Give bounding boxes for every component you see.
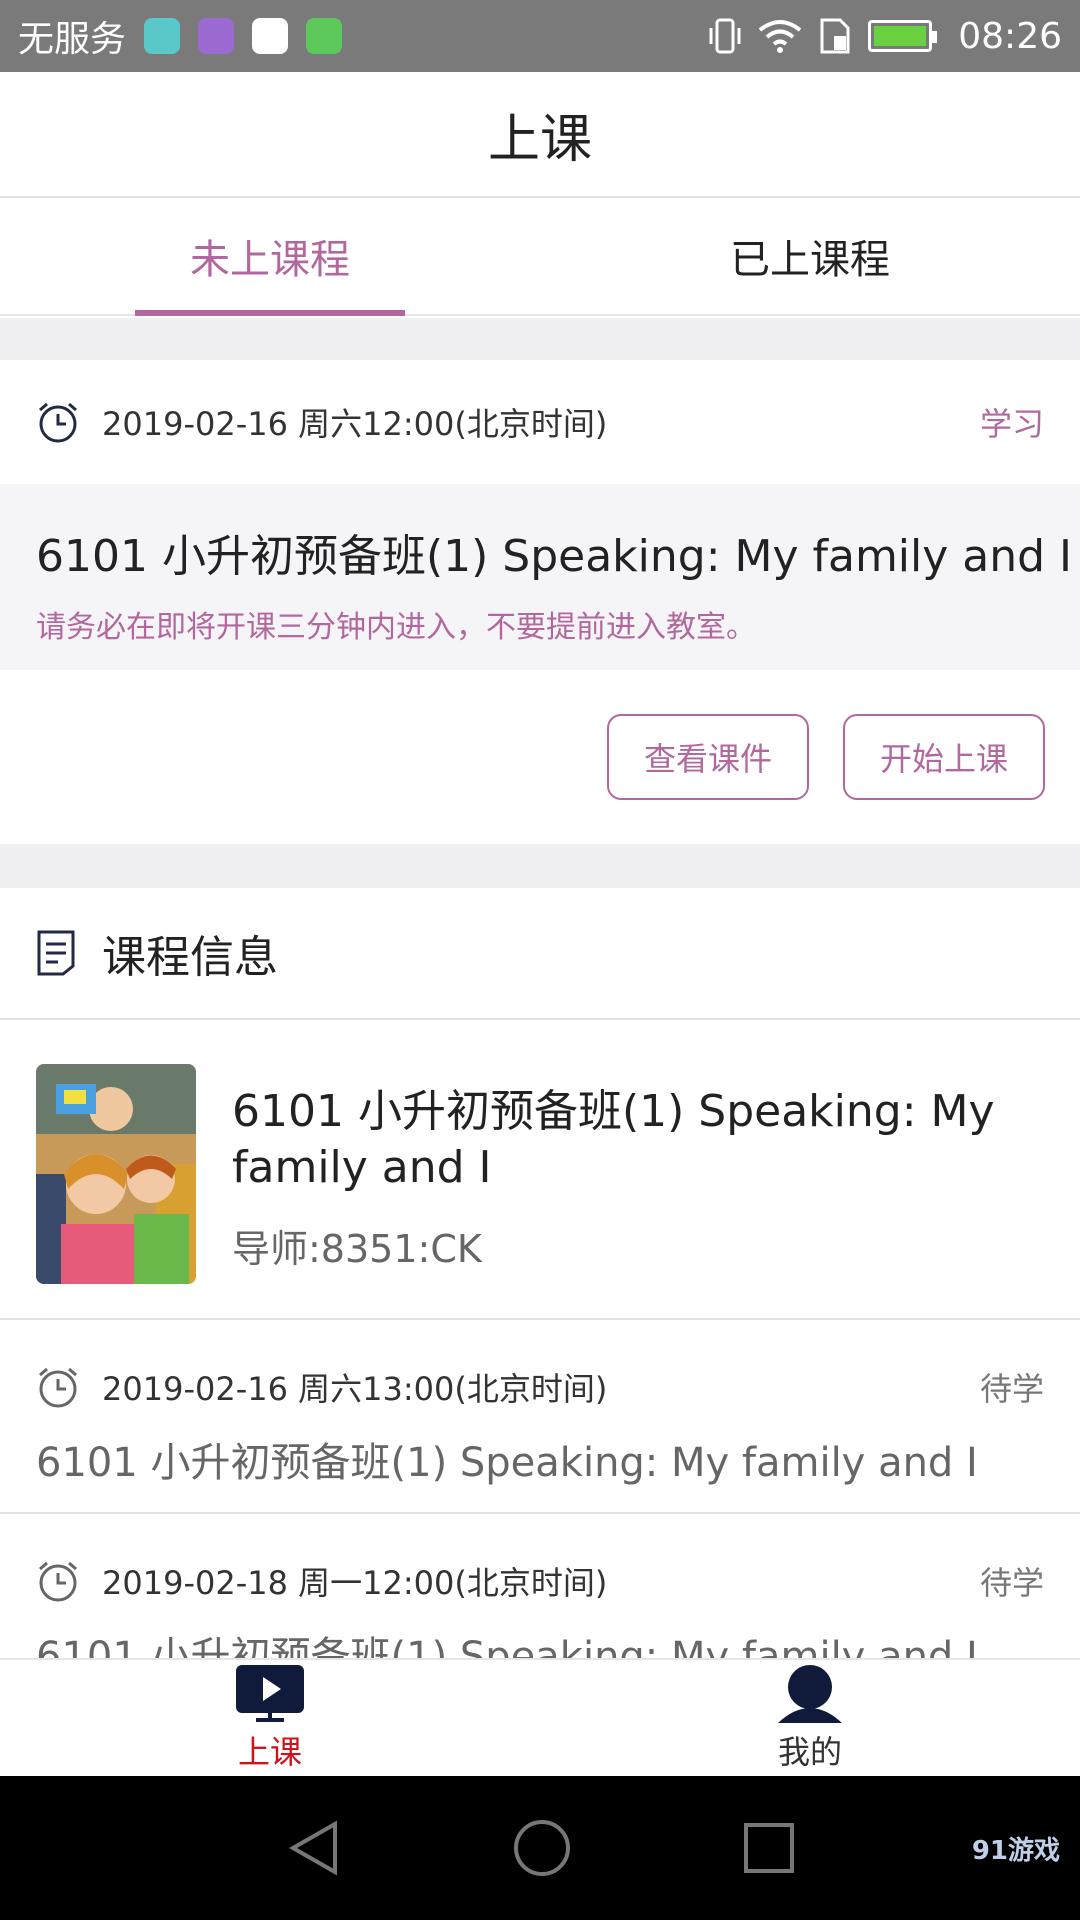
watermark-logo: 91游戏	[971, 1835, 1060, 1866]
nav-class-label: 上课	[237, 1733, 302, 1771]
page-title: 上课	[487, 109, 592, 170]
start-class-button[interactable]: 开始上课	[843, 714, 1045, 800]
system-nav-bar: 91游戏	[0, 1776, 1080, 1920]
browser-app-icon	[252, 18, 289, 54]
course-tabs: 未上课程 已上课程	[0, 198, 1080, 316]
page-header: 上课	[0, 72, 1080, 198]
lesson-name: 6101 小升初预备班(1) Speaking: My family and I	[36, 1634, 978, 1658]
lesson-name: 6101 小升初预备班(1) Speaking: My family and I	[36, 1440, 978, 1486]
status-bar: 无服务 08:26	[0, 0, 1080, 72]
alarm-clock-icon	[39, 1367, 77, 1408]
list-item[interactable]: 2019-02-16 周六13:00(北京时间) 待学 6101 小升初预备班(…	[0, 1322, 1080, 1514]
class-course-name: 6101 小升初预备班(1) Speaking: My family and I	[36, 531, 1073, 582]
teacher-label: 导师:8351:CK	[232, 1227, 482, 1271]
next-class-card: 2019-02-16 周六12:00(北京时间) 学习 6101 小升初预备班(…	[0, 360, 1080, 844]
security-app-icon	[306, 18, 343, 54]
carrier-label: 无服务	[18, 19, 127, 60]
back-icon[interactable]	[285, 1818, 341, 1878]
view-courseware-button[interactable]: 查看课件	[607, 714, 809, 800]
course-thumbnail	[36, 1064, 196, 1284]
alarm-clock-icon	[39, 402, 77, 443]
nav-mine-label: 我的	[777, 1733, 842, 1771]
wifi-icon	[758, 18, 802, 54]
bottom-nav: 上课 我的	[0, 1658, 1080, 1776]
sim-icon	[818, 18, 852, 54]
nav-mine[interactable]: 我的	[540, 1660, 1080, 1776]
lesson-time: 2019-02-16 周六13:00(北京时间)	[102, 1370, 608, 1408]
list-item[interactable]: 2019-02-18 周一12:00(北京时间) 待学 6101 小升初预备班(…	[0, 1516, 1080, 1658]
status-badge: 待学	[979, 1564, 1044, 1602]
home-icon[interactable]	[512, 1818, 572, 1878]
section-divider	[0, 318, 1080, 360]
course-info-header: 课程信息	[0, 888, 1080, 1020]
class-notice: 请务必在即将开课三分钟内进入，不要提前进入教室。	[36, 610, 756, 645]
alarm-clock-icon	[39, 1561, 77, 1602]
document-icon	[37, 930, 75, 976]
android-app-icon	[144, 18, 181, 54]
clock-time: 08:26	[958, 15, 1062, 57]
play-screen-icon	[236, 1665, 304, 1722]
course-title: 6101 小升初预备班(1) Speaking: My family and I	[232, 1086, 995, 1193]
nav-class[interactable]: 上课	[0, 1660, 540, 1776]
course-detail[interactable]: 6101 小升初预备班(1) Speaking: My family and I…	[0, 1020, 1080, 1320]
vibrate-icon	[708, 18, 742, 54]
tab-completed[interactable]: 已上课程	[540, 198, 1080, 314]
status-badge: 学习	[979, 405, 1044, 443]
tab-upcoming[interactable]: 未上课程	[0, 198, 540, 316]
gallery-app-icon	[198, 18, 235, 54]
status-badge: 待学	[979, 1370, 1044, 1408]
battery-icon	[868, 20, 938, 52]
recents-icon[interactable]	[743, 1822, 795, 1874]
course-info-title: 课程信息	[102, 932, 278, 983]
lesson-time: 2019-02-18 周一12:00(北京时间)	[102, 1564, 608, 1602]
section-divider	[0, 844, 1080, 888]
class-time: 2019-02-16 周六12:00(北京时间)	[102, 405, 608, 443]
person-icon	[778, 1665, 842, 1723]
